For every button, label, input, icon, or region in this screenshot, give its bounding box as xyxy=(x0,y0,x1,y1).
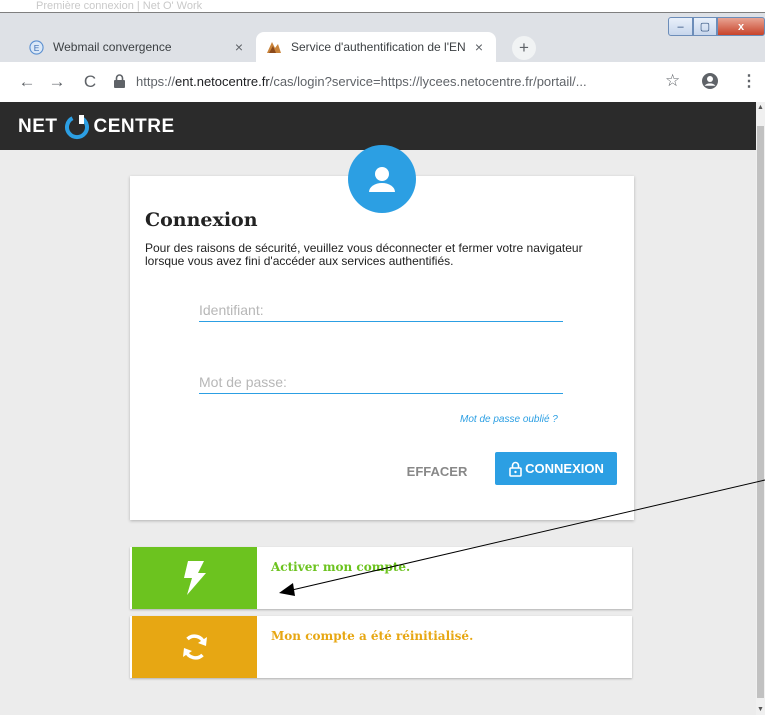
login-title: Connexion xyxy=(145,209,258,231)
logo-text-centre: CENTRE xyxy=(93,116,175,137)
login-card: Connexion Pour des raisons de sécurité, … xyxy=(130,176,634,520)
scroll-down-arrow-icon[interactable]: ▼ xyxy=(756,706,765,713)
url-field[interactable]: https://ent.netocentre.fr/cas/login?serv… xyxy=(136,74,587,89)
lock-icon[interactable] xyxy=(113,74,129,90)
scroll-up-arrow-icon[interactable]: ▲ xyxy=(756,104,765,111)
close-window-button[interactable]: x xyxy=(717,17,765,36)
page-scrollbar[interactable]: ▲ ▼ xyxy=(756,102,765,715)
user-avatar-icon xyxy=(348,145,416,213)
browser-menu-icon[interactable]: ⋮ xyxy=(741,71,757,91)
refresh-arrows-icon xyxy=(182,634,207,660)
tab-webmail[interactable]: E Webmail convergence × xyxy=(12,32,256,62)
padlock-icon xyxy=(509,461,522,477)
tab-authentication[interactable]: Service d'authentification de l'EN × xyxy=(256,32,496,62)
window-title-strip: Première connexion | Net O' Work xyxy=(0,0,765,12)
minimize-button[interactable]: – xyxy=(668,17,693,36)
close-tab-icon[interactable]: × xyxy=(468,36,490,58)
reload-icon[interactable]: C xyxy=(80,72,100,92)
username-field[interactable] xyxy=(199,298,563,322)
forgot-password-link[interactable]: Mot de passe oublié ? xyxy=(460,414,558,425)
tab-bar: E Webmail convergence × Service d'authen… xyxy=(0,12,765,62)
url-path: /cas/login?service=https://lycees.netoce… xyxy=(269,74,587,89)
tab-title: Webmail convergence xyxy=(53,40,172,54)
activate-account-label[interactable]: Activer mon compte. xyxy=(271,560,410,574)
webmail-favicon-icon: E xyxy=(28,39,44,55)
back-arrow-icon[interactable]: ← xyxy=(17,72,37,92)
site-header: NET CENTRE xyxy=(0,102,756,150)
account-reset-card[interactable]: Mon compte a été réinitialisé. xyxy=(130,616,632,678)
address-bar-row: ← → C https://ent.netocentre.fr/cas/logi… xyxy=(0,62,765,102)
account-reset-label[interactable]: Mon compte a été réinitialisé. xyxy=(271,629,473,643)
url-scheme: https:// xyxy=(136,74,176,89)
netocentre-logo[interactable]: NET CENTRE xyxy=(18,114,175,140)
ent-favicon-icon xyxy=(266,39,282,55)
power-ring-icon xyxy=(64,114,90,140)
window-title-ghost: Première connexion | Net O' Work xyxy=(36,0,203,12)
account-icon[interactable] xyxy=(701,72,719,90)
reset-icon-box xyxy=(132,616,257,678)
login-button[interactable]: CONNEXION xyxy=(495,452,617,485)
password-field[interactable] xyxy=(199,370,563,394)
activate-icon-box xyxy=(132,547,257,609)
bookmark-star-icon[interactable]: ☆ xyxy=(665,71,680,91)
security-notice: Pour des raisons de sécurité, veuillez v… xyxy=(145,241,583,268)
tab-title: Service d'authentification de l'EN xyxy=(291,40,466,54)
maximize-button[interactable]: ▢ xyxy=(693,17,717,36)
svg-text:E: E xyxy=(33,42,39,52)
forward-arrow-icon[interactable]: → xyxy=(47,72,67,92)
close-tab-icon[interactable]: × xyxy=(228,36,250,58)
activate-account-card[interactable]: Activer mon compte. xyxy=(130,547,632,609)
browser-window: Première connexion | Net O' Work E Webma… xyxy=(0,0,765,715)
login-button-label: CONNEXION xyxy=(525,461,604,476)
new-tab-button[interactable]: + xyxy=(512,36,536,60)
lightning-bolt-icon xyxy=(183,561,206,595)
content-area: Connexion Pour des raisons de sécurité, … xyxy=(0,150,756,715)
clear-button[interactable]: EFFACER xyxy=(396,456,478,486)
scroll-thumb[interactable] xyxy=(757,126,764,698)
logo-text-net: NET xyxy=(18,116,58,137)
url-domain: ent.netocentre.fr xyxy=(175,74,270,89)
